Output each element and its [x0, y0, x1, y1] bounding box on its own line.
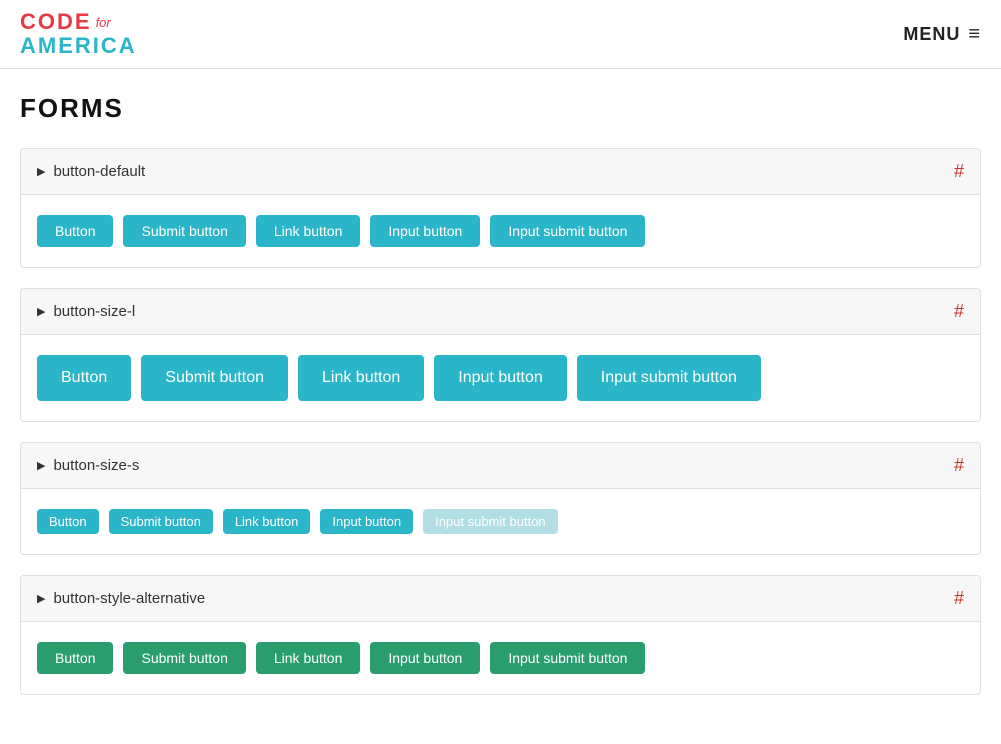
button-input-button[interactable]: Input button — [370, 642, 480, 674]
button-button[interactable]: Button — [37, 215, 113, 247]
section-body-button-default: Button Submit button Link button Input butt… — [21, 195, 980, 267]
button-input-button[interactable]: Input button — [370, 215, 480, 247]
section-button-size-s: ▶ button-size-s # Button Submit button Link b… — [20, 442, 981, 555]
button-submit-button[interactable]: Submit button — [141, 355, 288, 401]
section-title-button-default[interactable]: ▶ button-default — [37, 163, 145, 180]
section-title-button-size-l[interactable]: ▶ button-size-l — [37, 303, 135, 320]
section-title-button-style-alternative[interactable]: ▶ button-style-alternative — [37, 590, 205, 607]
sections-container: ▶button-default#ButtonSubmit buttonLink … — [20, 148, 981, 695]
section-title-text: button-size-s — [53, 457, 139, 474]
site-logo: CODE for AMERICA — [20, 10, 137, 58]
section-title-text: button-style-alternative — [53, 590, 205, 607]
section-title-button-size-s[interactable]: ▶ button-size-s — [37, 457, 139, 474]
section-anchor-button-size-l[interactable]: # — [954, 301, 964, 322]
main-content: FORMS ▶button-default#ButtonSubmit butto… — [0, 69, 1001, 739]
section-button-size-l: ▶ button-size-l # ButtonSubmit buttonLink b… — [20, 288, 981, 422]
button-link-button[interactable]: Link button — [256, 642, 361, 674]
section-header-button-default: ▶ button-default # — [21, 149, 980, 195]
button-button[interactable]: Button — [37, 642, 113, 674]
button-link-button[interactable]: Link button — [223, 509, 311, 534]
chevron-right-icon: ▶ — [37, 592, 45, 605]
section-body-button-size-s: Button Submit button Link button Input butt… — [21, 489, 980, 554]
chevron-right-icon: ▶ — [37, 305, 45, 318]
section-anchor-button-default[interactable]: # — [954, 161, 964, 182]
button-button[interactable]: Button — [37, 509, 99, 534]
section-anchor-button-style-alternative[interactable]: # — [954, 588, 964, 609]
button-input-button[interactable]: Input button — [320, 509, 413, 534]
button-button[interactable]: Button — [37, 355, 131, 401]
button-input-submit-button[interactable]: Input submit button — [490, 642, 645, 674]
site-header: CODE for AMERICA MENU ≡ — [0, 0, 1001, 69]
section-body-button-style-alternative: Button Submit button Link button Input butt… — [21, 622, 980, 694]
button-input-submit-button[interactable]: Input submit button — [490, 215, 645, 247]
logo-code: CODE — [20, 10, 92, 34]
chevron-right-icon: ▶ — [37, 165, 45, 178]
section-button-style-alternative: ▶ button-style-alternative # Button Submit b… — [20, 575, 981, 695]
section-header-button-size-s: ▶ button-size-s # — [21, 443, 980, 489]
button-input-submit-button[interactable]: Input submit button — [423, 509, 558, 534]
button-input-button[interactable]: Input button — [434, 355, 567, 401]
page-title: FORMS — [20, 93, 981, 124]
chevron-right-icon: ▶ — [37, 459, 45, 472]
button-input-submit-button[interactable]: Input submit button — [577, 355, 761, 401]
section-anchor-button-size-s[interactable]: # — [954, 455, 964, 476]
menu-button[interactable]: MENU ≡ — [903, 24, 981, 45]
logo-america: AMERICA — [20, 34, 137, 58]
button-submit-button[interactable]: Submit button — [109, 509, 213, 534]
section-header-button-size-l: ▶ button-size-l # — [21, 289, 980, 335]
section-body-button-size-l: ButtonSubmit buttonLink buttonInput butt… — [21, 335, 980, 421]
button-link-button[interactable]: Link button — [298, 355, 424, 401]
section-button-default: ▶ button-default # Button Submit button Link … — [20, 148, 981, 268]
logo-for: for — [96, 16, 111, 30]
button-submit-button[interactable]: Submit button — [123, 642, 245, 674]
button-link-button[interactable]: Link button — [256, 215, 361, 247]
menu-label: MENU — [903, 24, 960, 45]
hamburger-icon: ≡ — [968, 24, 981, 44]
section-title-text: button-size-l — [53, 303, 135, 320]
section-header-button-style-alternative: ▶ button-style-alternative # — [21, 576, 980, 622]
section-title-text: button-default — [53, 163, 145, 180]
button-submit-button[interactable]: Submit button — [123, 215, 245, 247]
